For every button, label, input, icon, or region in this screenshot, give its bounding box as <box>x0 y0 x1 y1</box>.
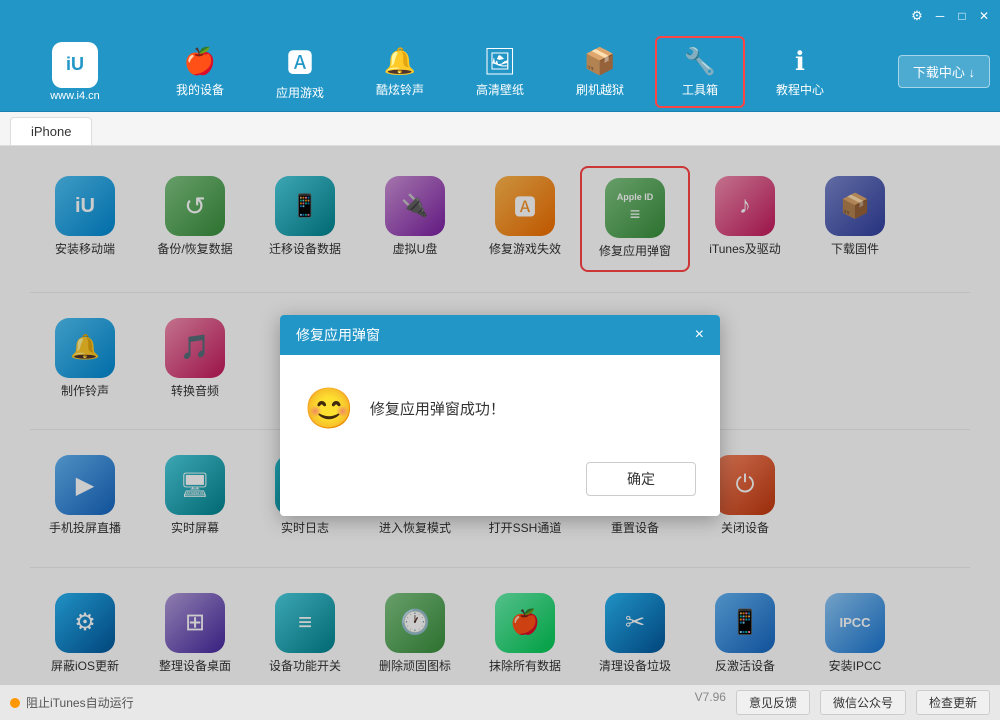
wechat-button[interactable]: 微信公众号 <box>820 690 906 715</box>
nav-wallpapers[interactable]: 🖼 高清壁纸 <box>455 36 545 108</box>
app-icon: 🅰 <box>287 43 313 80</box>
maximize-button[interactable]: □ <box>954 8 970 24</box>
modal-title: 修复应用弹窗 <box>296 325 380 345</box>
nav-tutorials[interactable]: ℹ 教程中心 <box>755 36 845 108</box>
nav-jailbreak-label: 刷机越狱 <box>576 81 624 98</box>
nav-jailbreak[interactable]: 📦 刷机越狱 <box>555 36 645 108</box>
download-button[interactable]: 下载中心 ↓ <box>898 55 990 88</box>
itunes-status-label: 阻止iTunes自动运行 <box>26 694 134 711</box>
modal-header: 修复应用弹窗 × <box>280 315 720 355</box>
logo-url: www.i4.cn <box>50 90 100 102</box>
nav-toolbox-label: 工具箱 <box>682 81 718 98</box>
app-logo: iU <box>52 42 98 88</box>
version-label: V7.96 <box>695 690 726 715</box>
close-button[interactable]: ✕ <box>976 8 992 24</box>
bell-icon: 🔔 <box>384 46 416 77</box>
status-dot <box>10 698 20 708</box>
status-bar: 阻止iTunes自动运行 V7.96 意见反馈 微信公众号 检查更新 <box>0 684 1000 720</box>
modal-ok-button[interactable]: 确定 <box>586 462 696 496</box>
nav-toolbox[interactable]: 🔧 工具箱 <box>655 36 745 108</box>
logo-area: iU www.i4.cn <box>10 42 140 102</box>
status-right: V7.96 意见反馈 微信公众号 检查更新 <box>695 690 990 715</box>
box-icon: 📦 <box>584 46 616 77</box>
nav-my-device[interactable]: 🍎 我的设备 <box>155 36 245 108</box>
feedback-button[interactable]: 意见反馈 <box>736 690 810 715</box>
wallpaper-icon: 🖼 <box>483 46 516 77</box>
tab-bar: iPhone <box>0 112 1000 146</box>
modal-success-icon: 😊 <box>304 385 354 432</box>
nav-my-device-label: 我的设备 <box>176 81 224 98</box>
nav-app-games-label: 应用游戏 <box>276 84 324 101</box>
title-bar-controls: ⚙ ─ □ ✕ <box>908 7 992 25</box>
apple-icon: 🍎 <box>184 46 216 77</box>
modal-close-button[interactable]: × <box>695 327 704 343</box>
modal-dialog: 修复应用弹窗 × 😊 修复应用弹窗成功！ 确定 <box>280 315 720 516</box>
modal-overlay: 修复应用弹窗 × 😊 修复应用弹窗成功！ 确定 <box>0 146 1000 684</box>
nav-tutorials-label: 教程中心 <box>776 81 824 98</box>
header-right: 下载中心 ↓ <box>860 55 990 88</box>
check-update-button[interactable]: 检查更新 <box>916 690 990 715</box>
nav-ringtones[interactable]: 🔔 酷炫铃声 <box>355 36 445 108</box>
nav-app-games[interactable]: 🅰 应用游戏 <box>255 36 345 108</box>
settings-icon[interactable]: ⚙ <box>908 7 926 25</box>
status-left: 阻止iTunes自动运行 <box>10 694 695 711</box>
tab-iphone-label: iPhone <box>31 124 71 139</box>
nav-ringtones-label: 酷炫铃声 <box>376 81 424 98</box>
modal-body: 😊 修复应用弹窗成功！ <box>280 355 720 452</box>
nav-items: 🍎 我的设备 🅰 应用游戏 🔔 酷炫铃声 🖼 高清壁纸 📦 刷机越狱 🔧 工具箱… <box>140 36 860 108</box>
title-bar: ⚙ ─ □ ✕ <box>0 0 1000 32</box>
wrench-icon: 🔧 <box>684 46 716 77</box>
minimize-button[interactable]: ─ <box>932 8 948 24</box>
main-content: iU 安装移动端 ↺ 备份/恢复数据 📱 迁移设备数据 🔌 虚拟U盘 🅰 修复游… <box>0 146 1000 684</box>
info-icon: ℹ <box>795 46 805 77</box>
download-label: 下载中心 ↓ <box>913 62 975 81</box>
modal-footer: 确定 <box>280 452 720 516</box>
header: iU www.i4.cn 🍎 我的设备 🅰 应用游戏 🔔 酷炫铃声 🖼 高清壁纸… <box>0 32 1000 112</box>
nav-wallpapers-label: 高清壁纸 <box>476 81 524 98</box>
modal-message: 修复应用弹窗成功！ <box>370 398 505 419</box>
tab-iphone[interactable]: iPhone <box>10 117 92 145</box>
